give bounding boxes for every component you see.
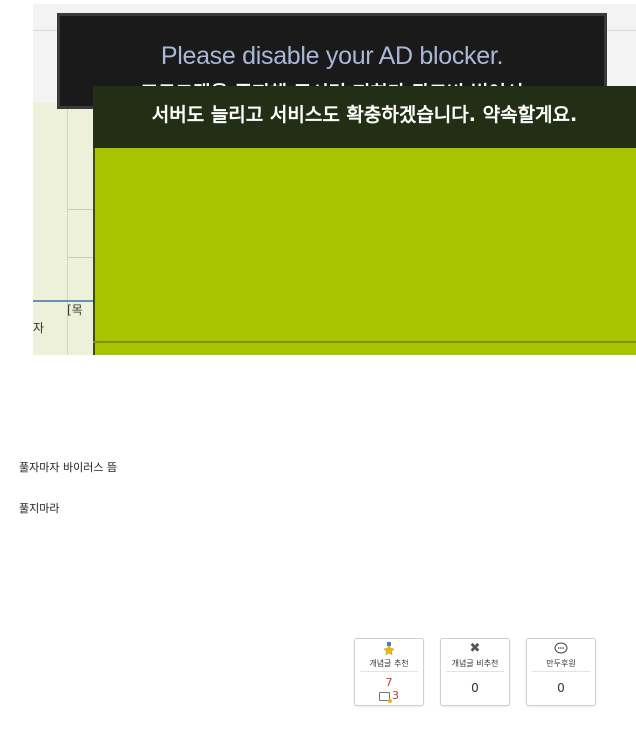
star-medal-icon [355,642,423,658]
donate-button[interactable]: 만두후원 0 [526,638,596,706]
recommend-sub: 3 [355,689,423,703]
post-text-line2: 풀지마라 [19,502,60,515]
post-text-line1: 풀자마자 바이러스 뜸 [19,461,118,474]
x-icon: ✖ [469,641,481,656]
green-overlay-panel: 서버도 늘리고 서비스도 확충하겠습니다. 약속할게요. [93,86,636,355]
green-panel-header: 서버도 늘리고 서비스도 확충하겠습니다. 약속할게요. [93,86,636,148]
green-panel-body [93,148,636,355]
vote-divider [360,671,418,672]
donate-count: 0 [557,681,565,695]
side-strip-tick [67,257,93,258]
smiley-bubble-icon [527,642,595,658]
recommend-button[interactable]: 개념글 추천 7 3 [354,638,424,706]
vote-divider [446,671,504,672]
side-label-bottom: 자 [33,321,45,335]
banner-title: Please disable your AD blocker. [160,42,504,70]
donate-label: 만두후원 [546,659,576,668]
background-side-strip [33,103,93,355]
green-panel-bottom-edge [93,341,636,343]
not-recommend-label: 개념글 비추천 [451,659,499,668]
side-label-top: [목 [67,303,83,317]
side-strip-tick [67,209,93,210]
side-strip-blue-line [33,300,93,302]
recommend-count: 7 [385,676,393,689]
recommend-label: 개념글 추천 [369,659,409,668]
fixed-recommend-icon [379,691,392,703]
not-recommend-count: 0 [471,681,479,695]
banner-message-line2: 서버도 늘리고 서비스도 확충하겠습니다. 약속할게요. [151,104,578,126]
not-recommend-button[interactable]: ✖ 개념글 비추천 0 [440,638,510,706]
ad-blocker-screenshot: [목 자 Please disable your AD blocker. 프로그… [33,4,636,355]
vote-divider [532,671,590,672]
recommend-sub-count: 3 [392,689,399,702]
